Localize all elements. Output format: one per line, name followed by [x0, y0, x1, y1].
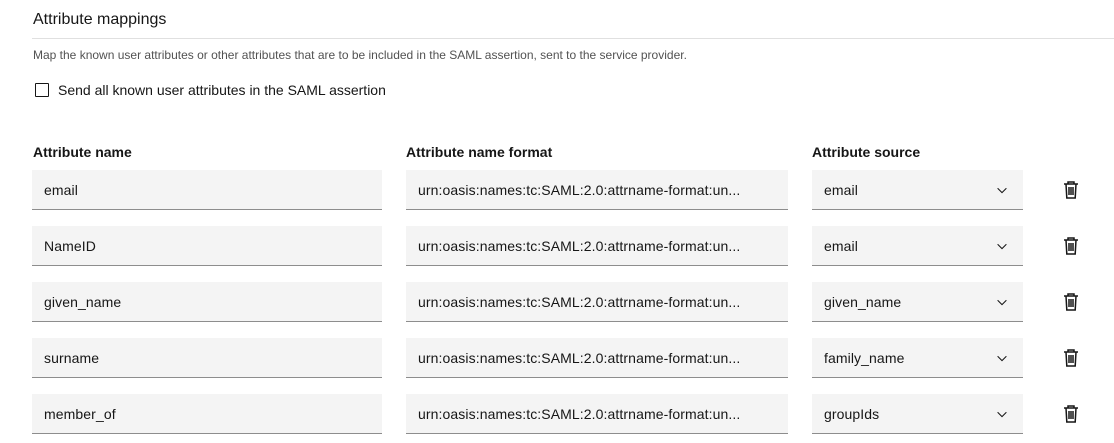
attribute-source-value: family_name	[824, 349, 905, 366]
attribute-name-format-value: urn:oasis:names:tc:SAML:2.0:attrname-for…	[418, 405, 741, 422]
column-header-attribute-name-format: Attribute name format	[406, 144, 553, 160]
attribute-mappings-section: Attribute mappings Map the known user at…	[0, 0, 1114, 443]
trash-icon[interactable]	[1060, 291, 1082, 313]
attribute-source-select[interactable]: given_name	[812, 282, 1023, 322]
attribute-name-format-value: urn:oasis:names:tc:SAML:2.0:attrname-for…	[418, 293, 741, 310]
attribute-source-select[interactable]: email	[812, 170, 1023, 210]
chevron-down-icon	[997, 299, 1007, 306]
attribute-name-format-input[interactable]: urn:oasis:names:tc:SAML:2.0:attrname-for…	[406, 282, 788, 322]
attribute-name-value: email	[44, 181, 78, 198]
chevron-down-icon	[997, 243, 1007, 250]
attribute-source-value: given_name	[824, 293, 902, 310]
attribute-name-input[interactable]: NameID	[32, 226, 382, 266]
attribute-name-format-input[interactable]: urn:oasis:names:tc:SAML:2.0:attrname-for…	[406, 170, 788, 210]
attribute-name-format-value: urn:oasis:names:tc:SAML:2.0:attrname-for…	[418, 181, 741, 198]
attribute-source-select[interactable]: family_name	[812, 338, 1023, 378]
attribute-source-value: groupIds	[824, 405, 880, 422]
attribute-source-select[interactable]: groupIds	[812, 394, 1023, 434]
attribute-name-input[interactable]: given_name	[32, 282, 382, 322]
section-description: Map the known user attributes or other a…	[33, 48, 687, 62]
column-header-attribute-source: Attribute source	[812, 144, 921, 160]
column-header-attribute-name: Attribute name	[33, 144, 132, 160]
attribute-mapping-row: email urn:oasis:names:tc:SAML:2.0:attrna…	[0, 170, 1114, 210]
attribute-mapping-row: member_of urn:oasis:names:tc:SAML:2.0:at…	[0, 394, 1114, 434]
attribute-name-input[interactable]: member_of	[32, 394, 382, 434]
attribute-mapping-row: NameID urn:oasis:names:tc:SAML:2.0:attrn…	[0, 226, 1114, 266]
chevron-down-icon	[997, 411, 1007, 418]
chevron-down-icon	[997, 187, 1007, 194]
checkbox-box[interactable]	[35, 83, 49, 97]
section-divider	[32, 38, 1114, 39]
attribute-name-format-input[interactable]: urn:oasis:names:tc:SAML:2.0:attrname-for…	[406, 226, 788, 266]
section-title: Attribute mappings	[33, 11, 167, 28]
attribute-name-value: member_of	[44, 405, 116, 422]
send-all-attributes-checkbox[interactable]: Send all known user attributes in the SA…	[35, 82, 386, 98]
attribute-source-value: email	[824, 181, 858, 198]
attribute-name-format-value: urn:oasis:names:tc:SAML:2.0:attrname-for…	[418, 349, 741, 366]
attribute-mapping-row: given_name urn:oasis:names:tc:SAML:2.0:a…	[0, 282, 1114, 322]
attribute-name-value: surname	[44, 349, 100, 366]
send-all-attributes-label: Send all known user attributes in the SA…	[58, 82, 386, 98]
trash-icon[interactable]	[1060, 235, 1082, 257]
chevron-down-icon	[997, 355, 1007, 362]
attribute-name-format-input[interactable]: urn:oasis:names:tc:SAML:2.0:attrname-for…	[406, 394, 788, 434]
attribute-source-select[interactable]: email	[812, 226, 1023, 266]
attribute-source-value: email	[824, 237, 858, 254]
trash-icon[interactable]	[1060, 179, 1082, 201]
attribute-name-value: given_name	[44, 293, 122, 310]
attribute-name-input[interactable]: surname	[32, 338, 382, 378]
attribute-name-input[interactable]: email	[32, 170, 382, 210]
trash-icon[interactable]	[1060, 347, 1082, 369]
trash-icon[interactable]	[1060, 403, 1082, 425]
attribute-mapping-row: surname urn:oasis:names:tc:SAML:2.0:attr…	[0, 338, 1114, 378]
attribute-name-value: NameID	[44, 237, 96, 254]
attribute-name-format-value: urn:oasis:names:tc:SAML:2.0:attrname-for…	[418, 237, 741, 254]
attribute-name-format-input[interactable]: urn:oasis:names:tc:SAML:2.0:attrname-for…	[406, 338, 788, 378]
